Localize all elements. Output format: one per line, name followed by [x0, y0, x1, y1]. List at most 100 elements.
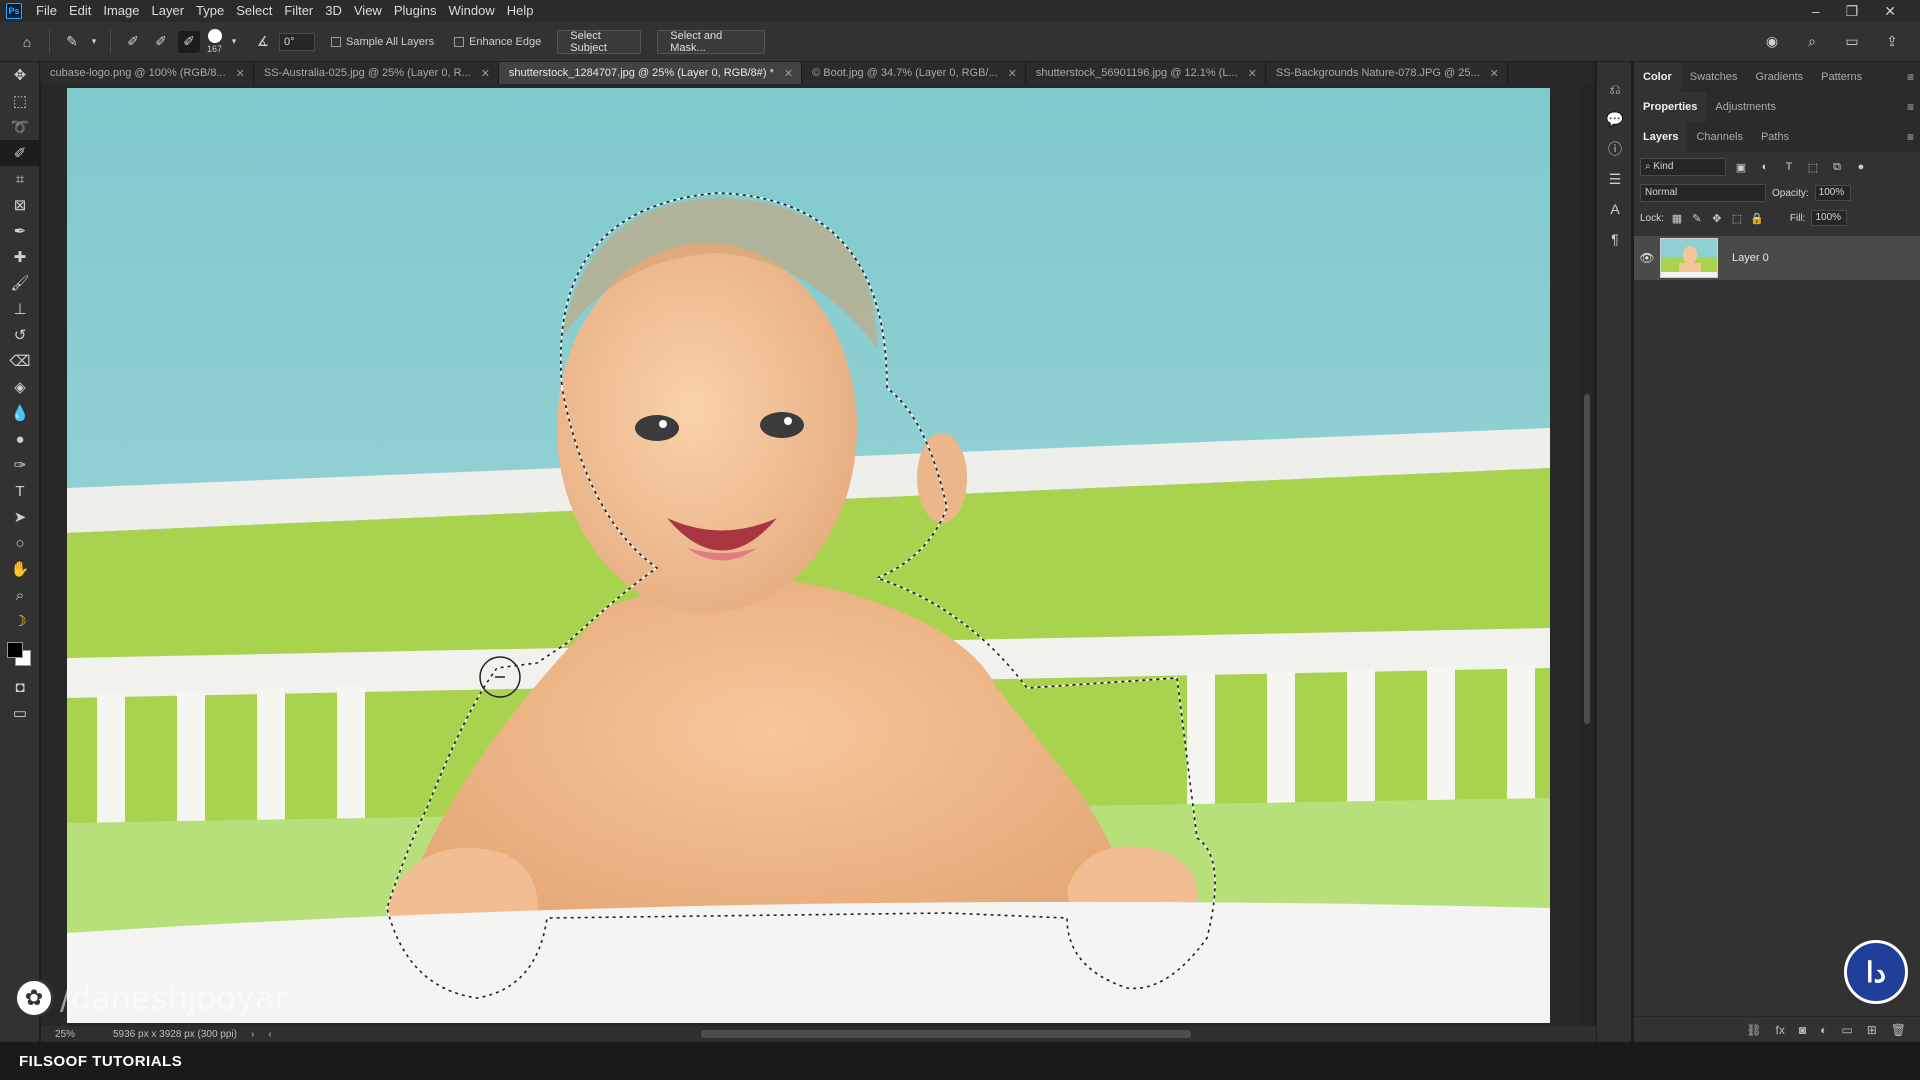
dodge-tool-icon[interactable]: ● — [0, 426, 40, 452]
screen-mode-icon[interactable]: ▭ — [0, 700, 40, 726]
menu-select[interactable]: Select — [230, 0, 278, 22]
lock-all-icon[interactable]: 🔒 — [1750, 212, 1764, 225]
close-icon[interactable]: ✕ — [784, 67, 793, 80]
smart-object-filter-icon[interactable]: ⧉ — [1828, 161, 1846, 174]
close-icon[interactable]: ✕ — [1008, 67, 1017, 80]
tab-properties[interactable]: Properties — [1634, 91, 1707, 122]
sample-all-layers-checkbox[interactable]: Sample All Layers — [331, 36, 434, 48]
history-brush-tool-icon[interactable]: ↺ — [0, 322, 40, 348]
clone-stamp-tool-icon[interactable]: ⊥ — [0, 296, 40, 322]
chevron-down-icon[interactable]: ▾ — [89, 31, 99, 53]
add-mask-icon[interactable]: ◙ — [1799, 1023, 1806, 1037]
tab-ss-australia[interactable]: SS-Australia-025.jpg @ 25% (Layer 0, R..… — [253, 62, 499, 84]
paragraph-icon[interactable]: ¶ — [1597, 224, 1633, 254]
lock-pixels-icon[interactable]: ✎ — [1690, 212, 1704, 225]
menu-view[interactable]: View — [348, 0, 388, 22]
eyedropper-tool-icon[interactable]: ✒ — [0, 218, 40, 244]
select-subject-button[interactable]: Select Subject — [557, 29, 642, 54]
hand-tool-icon[interactable]: ✋ — [0, 556, 40, 582]
quick-selection-tool-icon[interactable]: ✐ — [0, 140, 40, 166]
menu-edit[interactable]: Edit — [63, 0, 97, 22]
tab-patterns[interactable]: Patterns — [1812, 62, 1871, 92]
menu-file[interactable]: File — [30, 0, 63, 22]
search-icon[interactable]: ⌕ — [1801, 31, 1823, 53]
opacity-input[interactable]: 100% — [1814, 185, 1851, 201]
vertical-scrollbar[interactable] — [1580, 84, 1594, 1026]
menu-help[interactable]: Help — [501, 0, 540, 22]
link-layers-icon[interactable]: ⛓ — [1746, 1023, 1761, 1037]
close-icon[interactable]: ✕ — [1248, 67, 1257, 80]
chevron-right-icon[interactable]: › — [251, 1029, 254, 1040]
trash-icon[interactable]: 🗑 — [1891, 1023, 1906, 1037]
panel-menu-icon[interactable]: ≡ — [1907, 70, 1914, 84]
new-group-icon[interactable]: ▭ — [1841, 1023, 1852, 1037]
close-icon[interactable]: ✕ — [1884, 3, 1896, 20]
foreground-color-swatch[interactable] — [7, 642, 23, 658]
pixel-filter-icon[interactable]: ▣ — [1732, 161, 1750, 174]
lock-artboard-icon[interactable]: ⬚ — [1730, 212, 1744, 225]
blur-tool-icon[interactable]: 💧 — [0, 400, 40, 426]
adjustment-filter-icon[interactable]: ◐ — [1756, 161, 1774, 173]
close-icon[interactable]: ✕ — [1490, 67, 1499, 80]
move-tool-icon[interactable]: ✥ — [0, 62, 40, 88]
angle-input[interactable]: 0° — [279, 32, 316, 51]
blend-mode-select[interactable]: Normal — [1640, 184, 1766, 202]
zoom-tool-icon[interactable]: ⌕ — [0, 582, 40, 608]
panel-menu-icon[interactable]: ≡ — [1907, 130, 1914, 144]
home-icon[interactable]: ⌂ — [16, 31, 38, 53]
adjustment-layer-icon[interactable]: ◐ — [1820, 1023, 1827, 1037]
close-icon[interactable]: ✕ — [236, 67, 245, 80]
tab-ss-backgrounds-nature[interactable]: SS-Backgrounds Nature-078.JPG @ 25... ✕ — [1265, 62, 1508, 84]
brush-size-picker[interactable]: 167 — [207, 29, 222, 54]
add-to-selection-brush-icon[interactable]: ✐ — [150, 31, 172, 53]
menu-filter[interactable]: Filter — [278, 0, 319, 22]
panel-menu-icon[interactable]: ≡ — [1907, 100, 1914, 114]
restore-icon[interactable]: ❐ — [1846, 3, 1859, 20]
tab-adjustments[interactable]: Adjustments — [1706, 92, 1785, 122]
eye-icon[interactable]: 👁 — [1634, 251, 1660, 265]
libraries-icon[interactable]: ☰ — [1597, 164, 1633, 194]
brush-tool-icon[interactable]: 🖌 — [0, 270, 40, 296]
paint-bucket-tool-icon[interactable]: ◈ — [0, 374, 40, 400]
layer-name[interactable]: Layer 0 — [1732, 252, 1769, 264]
chevron-left-icon[interactable]: ‹ — [268, 1029, 271, 1040]
shape-filter-icon[interactable]: ⬚ — [1804, 161, 1822, 174]
banana-icon[interactable]: ☽ — [0, 608, 40, 634]
frame-tool-icon[interactable]: ⊠ — [0, 192, 40, 218]
new-selection-brush-icon[interactable]: ✐ — [122, 31, 144, 53]
scroll-thumb[interactable] — [1584, 394, 1590, 724]
subtract-from-selection-brush-icon[interactable]: ✐ — [178, 30, 200, 53]
menu-type[interactable]: Type — [190, 0, 230, 22]
tab-shutterstock-56901196[interactable]: shutterstock_56901196.jpg @ 12.1% (L... ✕ — [1025, 62, 1266, 84]
info-icon[interactable]: ⓘ — [1597, 134, 1633, 164]
tab-gradients[interactable]: Gradients — [1746, 62, 1812, 92]
tab-color[interactable]: Color — [1634, 61, 1681, 92]
eraser-tool-icon[interactable]: ⌫ — [0, 348, 40, 374]
kind-filter-select[interactable]: ⌕ Kind — [1640, 158, 1726, 176]
menu-window[interactable]: Window — [442, 0, 500, 22]
fill-input[interactable]: 100% — [1811, 210, 1848, 226]
type-tool-icon[interactable]: T — [0, 478, 40, 504]
select-and-mask-button[interactable]: Select and Mask... — [657, 29, 766, 54]
share-icon[interactable]: ⇪ — [1881, 31, 1903, 53]
document-canvas[interactable] — [67, 88, 1550, 1023]
new-layer-icon[interactable]: ⊞ — [1867, 1023, 1877, 1037]
close-icon[interactable]: ✕ — [481, 67, 490, 80]
pen-tool-icon[interactable]: ✑ — [0, 452, 40, 478]
horizontal-scroll-thumb[interactable] — [701, 1030, 1191, 1038]
lock-position-icon[interactable]: ✥ — [1710, 212, 1724, 225]
ellipse-tool-icon[interactable]: ○ — [0, 530, 40, 556]
tab-cubase-logo[interactable]: cubase-logo.png @ 100% (RGB/8... ✕ — [40, 62, 254, 84]
enhance-edge-checkbox[interactable]: Enhance Edge — [454, 36, 541, 48]
comments-icon[interactable]: 💬 — [1597, 104, 1633, 134]
lock-transparency-icon[interactable]: ▦ — [1670, 212, 1684, 225]
layer-row[interactable]: 👁 Layer 0 — [1634, 236, 1920, 280]
chevron-down-icon[interactable]: ▾ — [229, 31, 239, 53]
path-selection-tool-icon[interactable]: ➤ — [0, 504, 40, 530]
menu-plugins[interactable]: Plugins — [388, 0, 443, 22]
tab-paths[interactable]: Paths — [1752, 122, 1798, 152]
tab-swatches[interactable]: Swatches — [1681, 62, 1747, 92]
quick-mask-icon[interactable]: ◘ — [0, 674, 40, 700]
character-icon[interactable]: A — [1597, 194, 1633, 224]
share-user-icon[interactable]: ◉ — [1761, 31, 1783, 53]
